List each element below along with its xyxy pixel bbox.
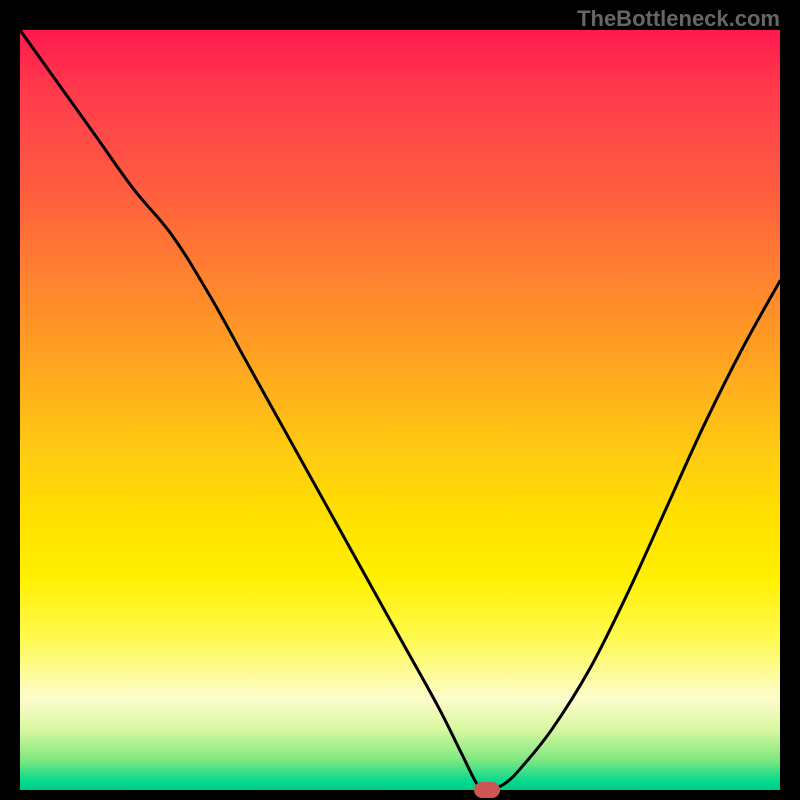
chart-svg [20, 30, 780, 790]
bottleneck-curve-line [20, 30, 780, 790]
chart-plot-area [20, 30, 780, 790]
watermark-text: TheBottleneck.com [577, 6, 780, 32]
optimal-point-marker [474, 782, 500, 798]
